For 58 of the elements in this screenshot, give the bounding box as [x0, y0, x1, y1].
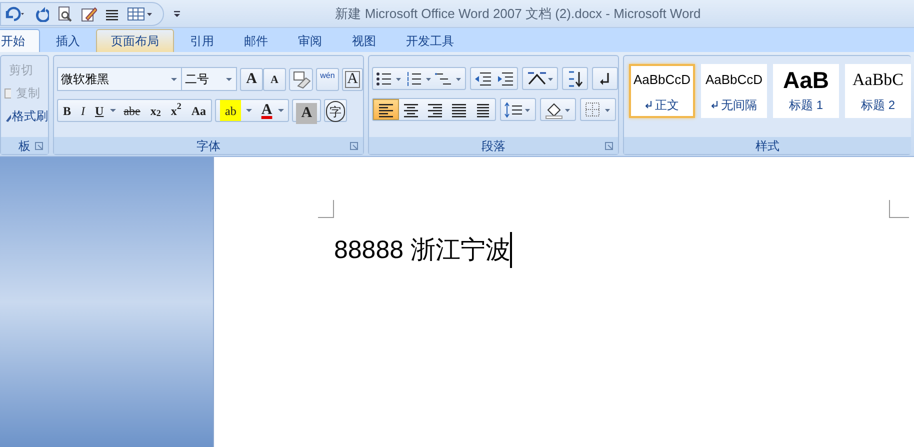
clipboard-item[interactable]: 格式刷 [12, 106, 48, 124]
ribbon-tab[interactable]: 审阅 [284, 29, 336, 52]
ribbon-tab[interactable]: 视图 [338, 29, 390, 52]
style-option[interactable]: AaBbC 标题 2 [845, 64, 911, 118]
ribbon-tab[interactable]: 插入 [42, 29, 94, 52]
sort-icon[interactable] [566, 70, 584, 88]
phonetic-guide-button[interactable]: wén [316, 68, 339, 90]
enclose-character-button[interactable]: 字 [326, 101, 346, 122]
align-left-icon[interactable] [373, 99, 399, 120]
ribbon-tab[interactable]: 开始 [0, 29, 40, 52]
redo-icon[interactable] [35, 6, 49, 22]
group-label: 样式 [756, 138, 780, 154]
borders-icon[interactable] [584, 100, 612, 118]
table-icon[interactable] [127, 6, 153, 22]
group-label: 段落 [482, 138, 506, 154]
margin-corner-mark [889, 200, 909, 218]
ribbon-tab[interactable]: 引用 [176, 29, 228, 52]
grow-font-button[interactable]: A [240, 68, 263, 90]
increase-indent-icon[interactable] [496, 70, 514, 88]
underline-button[interactable]: U [90, 100, 109, 121]
numbering-icon[interactable] [405, 70, 433, 88]
paragraph-mark-icon [711, 101, 718, 109]
font-color-button[interactable]: A [256, 100, 278, 121]
caret-icon[interactable] [108, 108, 119, 113]
shading-icon[interactable] [544, 100, 572, 118]
margin-corner-mark [318, 200, 334, 218]
style-option[interactable]: AaBbCcD 正文 [629, 64, 695, 118]
chinese-layout-icon[interactable] [526, 70, 554, 88]
format-button[interactable]: Aa [186, 100, 212, 121]
format-button[interactable]: x$_{2}$ [145, 100, 166, 121]
group-label: 板 [18, 138, 30, 154]
shrink-font-button[interactable]: A [263, 68, 286, 90]
style-option[interactable]: AaBbCcD 无间隔 [701, 64, 767, 118]
bold-button[interactable]: B [58, 100, 76, 121]
clear-format-icon[interactable] [289, 68, 313, 90]
paragraph-mark-icon [645, 101, 652, 109]
ribbon-tab[interactable]: 邮件 [230, 29, 282, 52]
character-shading-button[interactable]: A [296, 103, 318, 124]
text-cursor [510, 232, 512, 268]
caret-icon[interactable] [277, 108, 286, 113]
format-button[interactable]: x$^{2}$ [166, 100, 186, 121]
caret-icon[interactable] [245, 108, 254, 113]
highlight-button[interactable]: ab [220, 100, 242, 121]
group-label: 字体 [196, 138, 220, 154]
undo-icon[interactable] [3, 6, 27, 22]
ribbon-tab[interactable]: 开发工具 [392, 29, 468, 52]
bullets-icon[interactable] [375, 70, 403, 88]
decrease-indent-icon[interactable] [474, 70, 492, 88]
window-title: 新建 Microsoft Office Word 2007 文档 (2).docx - Microsoft Word [334, 4, 702, 23]
document-text: 88888 浙江宁波 [334, 235, 510, 266]
character-border-button[interactable]: A [342, 68, 363, 90]
style-option[interactable]: AaB 标题 1 [773, 64, 839, 118]
line-spacing-icon[interactable] [504, 100, 532, 118]
strikethrough-button[interactable]: abe [118, 100, 146, 121]
italic-button[interactable]: I [76, 100, 90, 121]
print-preview-icon[interactable] [57, 6, 73, 22]
edit-document-icon[interactable] [81, 6, 97, 22]
ribbon-tab[interactable]: 页面布局 [96, 29, 174, 52]
